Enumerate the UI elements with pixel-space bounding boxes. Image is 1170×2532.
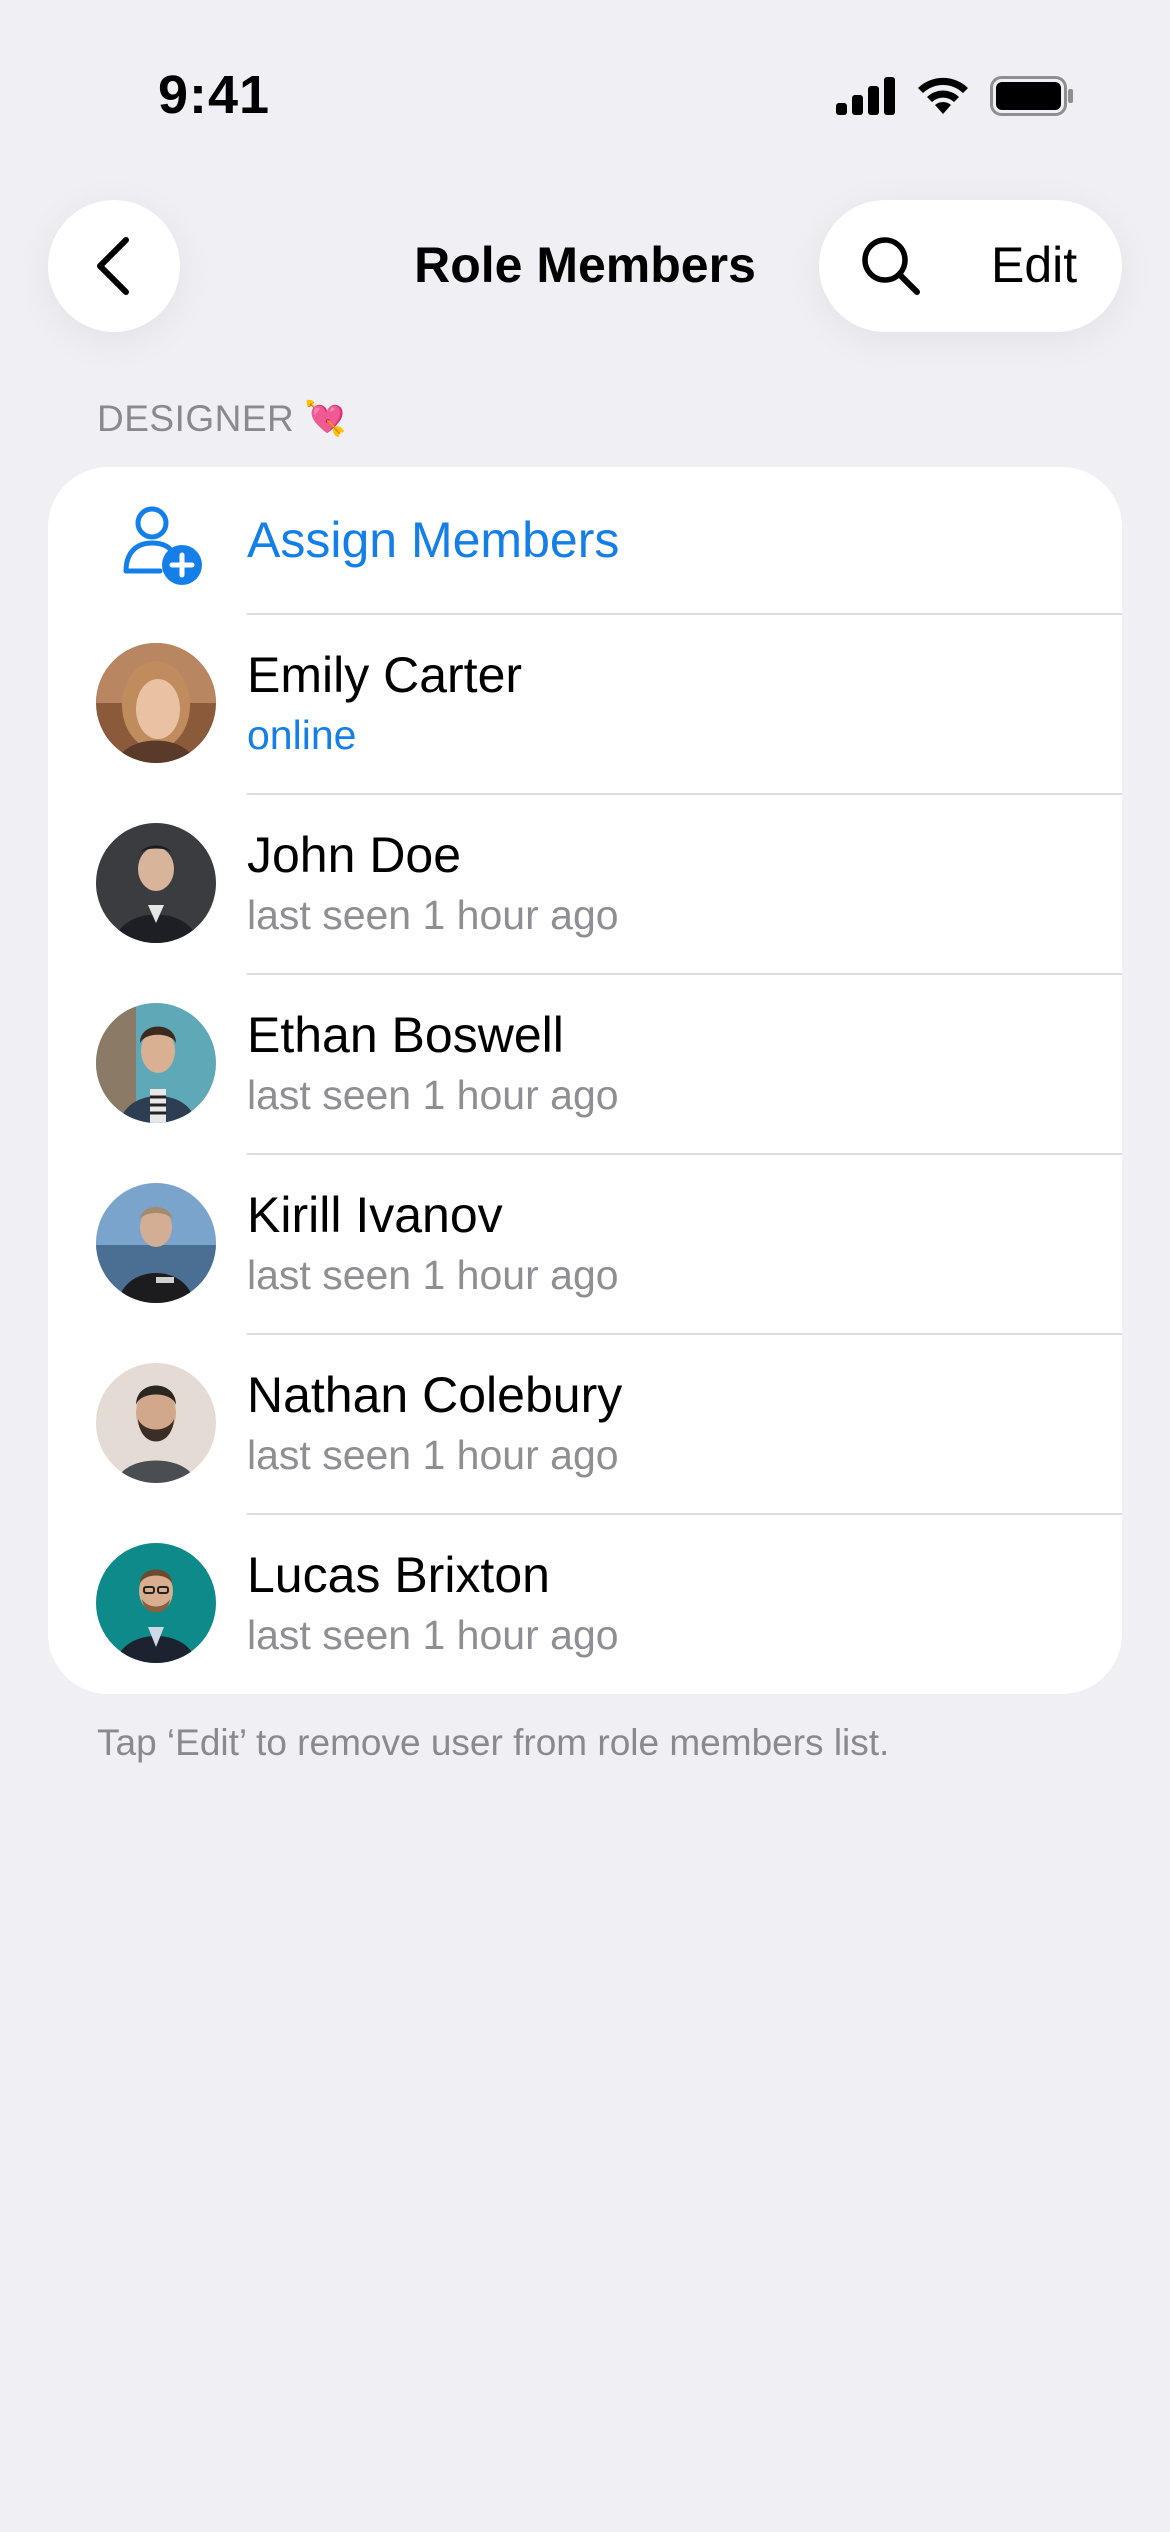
- section-header-emoji: 💘: [304, 400, 348, 438]
- section-footer-note: Tap ‘Edit’ to remove user from role memb…: [97, 1722, 890, 1763]
- member-name: John Doe: [247, 827, 462, 883]
- avatar: [96, 643, 216, 763]
- assign-members-row[interactable]: Assign Members: [48, 467, 1122, 614]
- member-row-lucas-brixton[interactable]: Lucas Brixton last seen 1 hour ago: [48, 1514, 1122, 1694]
- member-name: Lucas Brixton: [247, 1547, 550, 1603]
- battery-icon: [990, 76, 1073, 116]
- section-header-label: DESIGNER: [97, 398, 295, 439]
- nav-actions-pill: Edit: [819, 200, 1122, 332]
- members-card: Assign Members Emily Carter online John …: [48, 467, 1122, 1694]
- member-row-ethan-boswell[interactable]: Ethan Boswell last seen 1 hour ago: [48, 974, 1122, 1154]
- member-status: last seen 1 hour ago: [247, 1072, 619, 1118]
- status-time: 9:41: [158, 65, 271, 125]
- avatar: [96, 1003, 216, 1123]
- search-button[interactable]: [859, 234, 923, 298]
- assign-members-label: Assign Members: [247, 512, 620, 568]
- member-status: last seen 1 hour ago: [247, 1432, 619, 1478]
- add-user-icon: [123, 506, 202, 585]
- wifi-icon: [918, 77, 968, 114]
- avatar: [96, 1363, 216, 1483]
- member-row-nathan-colebury[interactable]: Nathan Colebury last seen 1 hour ago: [48, 1334, 1122, 1514]
- member-status: online: [247, 712, 357, 758]
- search-icon: [862, 237, 920, 295]
- section-header: DESIGNER 💘: [97, 398, 347, 440]
- member-row-emily-carter[interactable]: Emily Carter online: [48, 614, 1122, 794]
- member-status: last seen 1 hour ago: [247, 892, 619, 938]
- member-name: Emily Carter: [247, 647, 523, 703]
- avatar: [96, 1543, 216, 1663]
- cellular-signal-icon: [836, 77, 895, 115]
- member-row-kirill-ivanov[interactable]: Kirill Ivanov last seen 1 hour ago: [48, 1154, 1122, 1334]
- member-status: last seen 1 hour ago: [247, 1612, 619, 1658]
- avatar: [96, 823, 216, 943]
- avatar: [96, 1183, 216, 1303]
- status-icons: [836, 76, 1074, 116]
- status-bar: 9:41: [0, 0, 1170, 190]
- member-name: Ethan Boswell: [247, 1007, 564, 1063]
- member-status: last seen 1 hour ago: [247, 1252, 619, 1298]
- edit-button[interactable]: Edit: [991, 236, 1077, 294]
- member-row-john-doe[interactable]: John Doe last seen 1 hour ago: [48, 794, 1122, 974]
- member-name: Nathan Colebury: [247, 1367, 623, 1423]
- member-name: Kirill Ivanov: [247, 1187, 503, 1243]
